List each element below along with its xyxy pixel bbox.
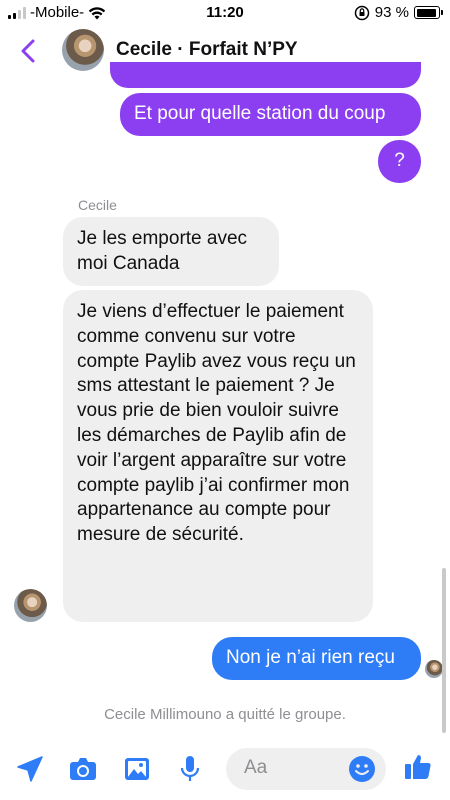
message-text: Je viens d’effectuer le paiement comme c…: [77, 301, 356, 546]
battery-percent: 93 %: [374, 4, 409, 21]
message-input[interactable]: [244, 757, 344, 779]
message-composer: [0, 742, 450, 800]
status-right: 93 %: [354, 4, 443, 21]
emoji-icon[interactable]: [348, 755, 376, 783]
message-text: Non je n’ai rien reçu: [226, 647, 395, 668]
message-text: Et pour quelle station du coup: [134, 103, 386, 124]
scrollbar[interactable]: [442, 568, 446, 733]
incoming-message[interactable]: Je viens d’effectuer le paiement comme c…: [63, 290, 373, 622]
message-input-box[interactable]: [226, 748, 386, 790]
message-text: Je les emporte avec moi Canada: [77, 228, 248, 274]
battery-icon: [414, 6, 443, 19]
sender-name: Cecile: [78, 197, 117, 213]
microphone-icon[interactable]: [175, 754, 205, 784]
read-receipt-avatar: [425, 660, 443, 678]
camera-icon[interactable]: [68, 754, 98, 784]
battery-level: [416, 8, 437, 17]
message-text: ?: [394, 150, 405, 171]
status-bar: -Mobile- 11:20 93 %: [0, 0, 450, 26]
conversation-title[interactable]: Cecile · Forfait N’PY: [116, 39, 298, 61]
orientation-lock-icon: [354, 5, 370, 20]
location-arrow-icon[interactable]: [15, 754, 45, 784]
chevron-left-icon[interactable]: [16, 38, 42, 64]
outgoing-message[interactable]: Non je n’ai rien reçu: [212, 637, 421, 680]
sender-avatar[interactable]: [14, 589, 47, 622]
system-notice: Cecile Millimouno a quitté le groupe.: [104, 706, 346, 723]
outgoing-message-partial[interactable]: [110, 62, 421, 88]
outgoing-message[interactable]: ?: [378, 140, 421, 183]
contact-avatar[interactable]: [62, 29, 104, 71]
thumbs-up-icon[interactable]: [403, 752, 433, 782]
outgoing-message[interactable]: Et pour quelle station du coup: [120, 93, 421, 136]
image-icon[interactable]: [122, 754, 152, 784]
incoming-message[interactable]: Je les emporte avec moi Canada: [63, 217, 279, 286]
